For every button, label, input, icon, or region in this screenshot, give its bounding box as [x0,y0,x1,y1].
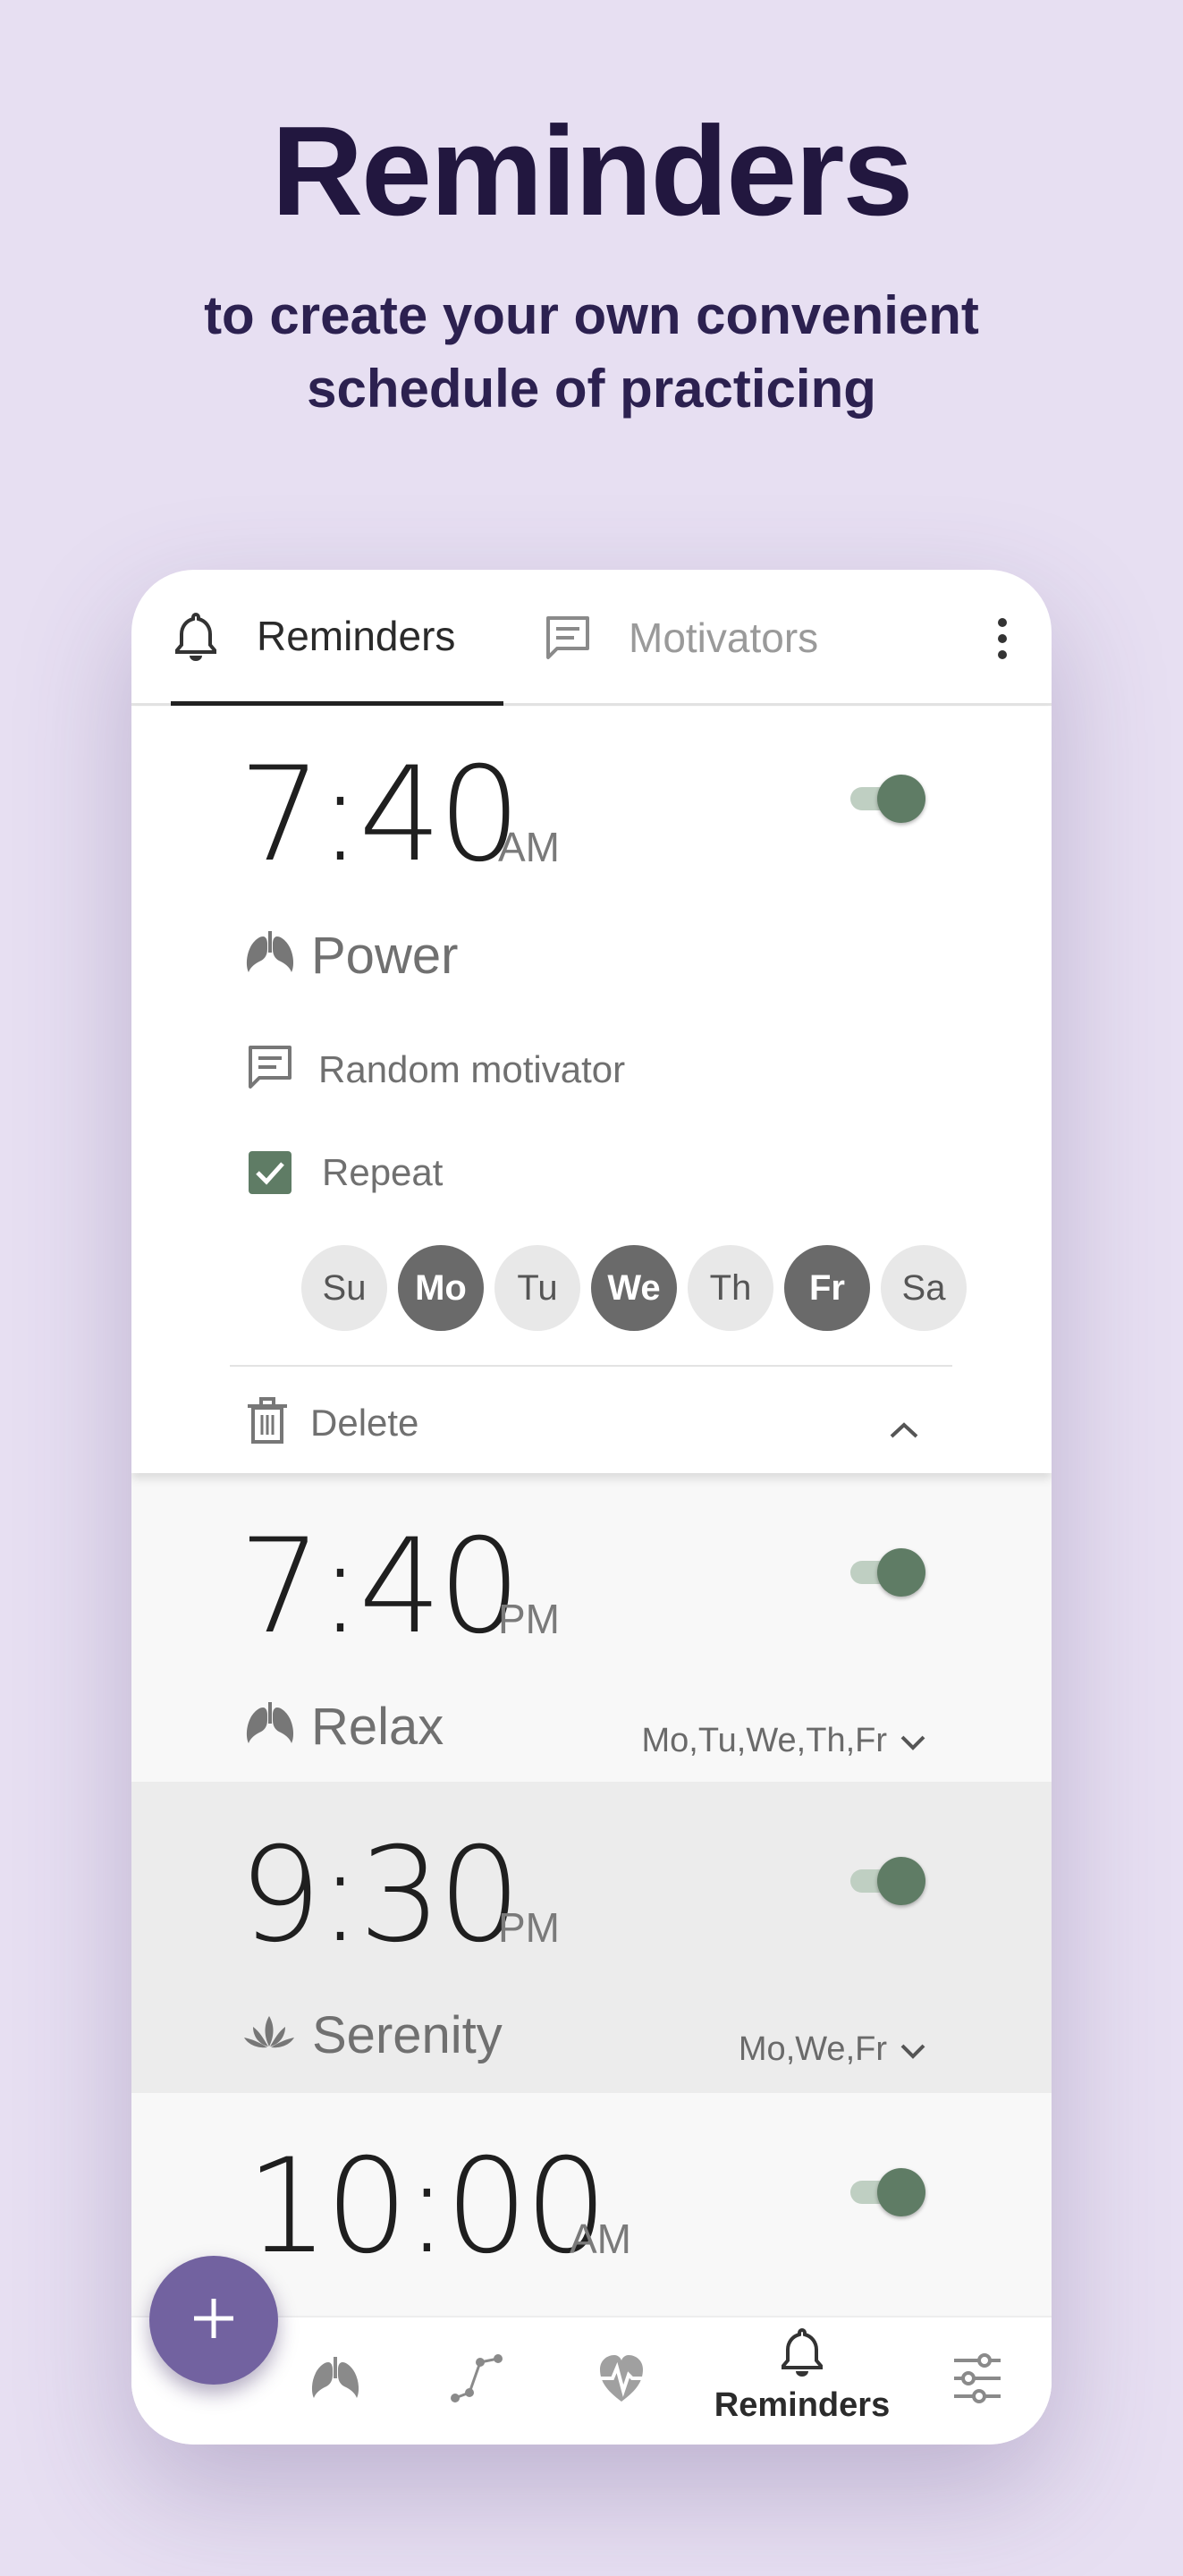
message-icon [543,613,593,663]
trash-icon [246,1395,289,1450]
reminder-time[interactable]: 9:30 [239,1819,521,1971]
reminder-ampm: AM [570,2216,631,2262]
days-summary-text: Mo,Tu,We,Th,Fr [641,1722,887,1759]
lungs-icon [310,2357,360,2406]
nav-heart[interactable] [595,2350,648,2411]
exercise-row: Serenity [242,2005,503,2065]
nav-progress[interactable] [448,2351,505,2410]
promo-subtitle: to create your own convenient schedule o… [0,279,1183,426]
reminder-expanded-body: 7:40 AM Power Random motivator Repeat Su… [131,707,1052,1473]
day-toggle-th[interactable]: Th [688,1245,773,1331]
reminder-ampm: PM [498,1596,560,1642]
lungs-icon [245,1702,295,1751]
exercise-name: Power [311,927,459,985]
day-toggle-tu[interactable]: Tu [494,1245,580,1331]
add-reminder-button[interactable] [149,2256,278,2385]
phone-screen: Reminders Motivators 7:40 AM Power Rando… [131,570,1052,2445]
day-toggle-sa[interactable]: Sa [881,1245,967,1331]
reminder-toggle[interactable] [847,1853,927,1907]
tab-bar: Reminders Motivators [131,570,1052,706]
reminder-time[interactable]: 7:40 [239,739,521,891]
lotus-icon [242,2011,296,2060]
repeat-checkbox[interactable] [249,1151,292,1194]
promo-subtitle-line1: to create your own convenient [204,285,979,345]
nav-reminders-label: Reminders [714,2386,891,2424]
nav-settings[interactable] [952,2351,1002,2410]
bell-icon [781,2326,824,2381]
day-toggle-we[interactable]: We [591,1245,677,1331]
tab-motivators-label: Motivators [629,614,819,661]
reminder-toggle[interactable] [847,1545,927,1598]
repeat-row[interactable]: Repeat [249,1151,443,1194]
chevron-up-icon[interactable] [888,1420,920,1445]
exercise-row: Relax [245,1697,444,1757]
day-toggle-mo[interactable]: Mo [398,1245,484,1331]
plus-icon [189,2293,239,2348]
reminder-time[interactable]: 7:40 [239,1511,521,1663]
days-summary[interactable]: Mo,Tu,We,Th,Fr [642,1722,926,1760]
exercise-name: Relax [311,1698,444,1756]
reminder-ampm: PM [498,1904,560,1951]
day-toggle-fr[interactable]: Fr [784,1245,870,1331]
delete-button[interactable]: Delete [246,1395,418,1450]
reminder-time[interactable]: 10:00 [246,2131,608,2283]
lungs-icon [245,931,295,980]
days-summary[interactable]: Mo,We,Fr [739,2030,926,2069]
chevron-down-icon [900,2030,926,2069]
promo-subtitle-line2: schedule of practicing [307,359,876,419]
promo-title: Reminders [271,100,914,242]
motivator-label: Random motivator [318,1047,626,1090]
progress-chart-icon [448,2351,505,2410]
bell-icon [171,611,221,661]
reminder-ampm: AM [498,824,560,870]
delete-label: Delete [310,1401,419,1444]
nav-reminders[interactable]: Reminders [713,2326,891,2425]
motivator-row[interactable]: Random motivator [245,1042,625,1097]
message-icon [245,1042,295,1097]
tab-reminders[interactable]: Reminders [171,570,503,706]
weekday-selector: Su Mo Tu We Th Fr Sa [301,1245,967,1331]
heart-rate-icon [595,2350,648,2411]
reminder-toggle[interactable] [847,771,927,825]
more-options-icon[interactable] [989,614,1016,665]
exercise-name: Serenity [312,2006,503,2064]
reminder-toggle[interactable] [847,2165,927,2218]
chevron-down-icon [900,1722,926,1760]
reminder-card[interactable]: 7:40 PM Relax Mo,Tu,We,Th,Fr [131,1473,1052,1782]
reminder-card[interactable]: 9:30 PM Serenity Mo,We,Fr [131,1782,1052,2093]
days-summary-text: Mo,We,Fr [738,2030,887,2068]
divider [230,1365,952,1367]
day-toggle-su[interactable]: Su [301,1245,387,1331]
repeat-label: Repeat [322,1151,444,1193]
tab-reminders-label: Reminders [257,612,456,659]
sliders-icon [952,2351,1002,2410]
tab-motivators[interactable]: Motivators [543,570,818,706]
exercise-row[interactable]: Power [245,926,458,986]
nav-breathing[interactable] [310,2357,360,2406]
